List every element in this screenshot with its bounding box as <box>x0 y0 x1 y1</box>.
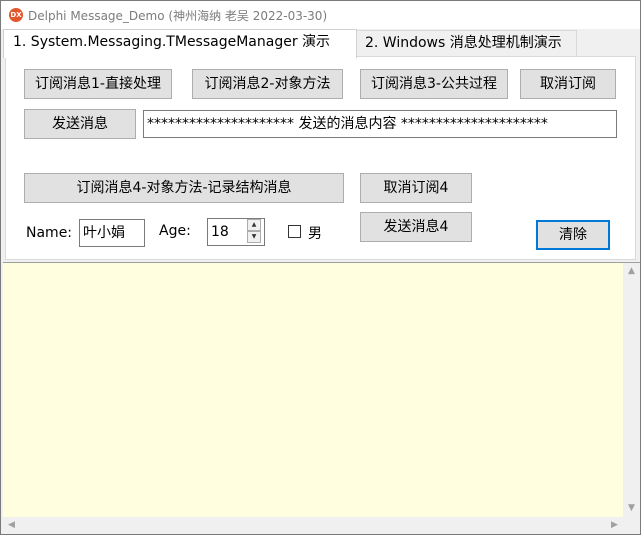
spin-down-arrow-icon[interactable]: ▼ <box>247 231 261 243</box>
title-bar[interactable]: DX Delphi Message_Demo (神州海纳 老吴 2022-03-… <box>1 1 640 29</box>
scrollbar-corner <box>623 517 640 534</box>
male-checkbox[interactable] <box>288 225 301 238</box>
scroll-left-arrow-icon[interactable]: ◀ <box>3 517 20 534</box>
age-value: 18 <box>211 224 229 240</box>
spin-up-arrow-icon[interactable]: ▲ <box>247 219 261 231</box>
tab-windows-messages[interactable]: 2. Windows 消息处理机制演示 <box>355 30 577 56</box>
delphi-app-icon: DX <box>9 8 23 22</box>
message-content-input[interactable]: ********************* 发送的消息内容 **********… <box>143 110 617 138</box>
scroll-down-arrow-icon[interactable]: ▼ <box>623 500 640 517</box>
tab-panel: 订阅消息1-直接处理 订阅消息2-对象方法 订阅消息3-公共过程 取消订阅 发送… <box>5 56 636 260</box>
male-checkbox-label: 男 <box>308 226 322 242</box>
age-label: Age: <box>159 223 191 239</box>
name-input[interactable]: 叶小娟 <box>79 219 145 247</box>
scroll-right-arrow-icon[interactable]: ▶ <box>606 517 623 534</box>
message-log-memo[interactable]: ▲ ▼ ◀ ▶ <box>3 262 640 534</box>
vertical-scrollbar[interactable]: ▲ ▼ <box>623 263 640 517</box>
clear-button[interactable]: 清除 <box>536 220 610 250</box>
subscribe-3-button[interactable]: 订阅消息3-公共过程 <box>360 69 508 99</box>
window-title: Delphi Message_Demo (神州海纳 老吴 2022-03-30) <box>28 9 328 23</box>
main-window: DX Delphi Message_Demo (神州海纳 老吴 2022-03-… <box>0 0 641 535</box>
unsubscribe-button[interactable]: 取消订阅 <box>520 69 616 99</box>
name-label: Name: <box>26 225 73 241</box>
scroll-up-arrow-icon[interactable]: ▲ <box>623 263 640 280</box>
subscribe-4-button[interactable]: 订阅消息4-对象方法-记录结构消息 <box>24 173 344 203</box>
subscribe-1-button[interactable]: 订阅消息1-直接处理 <box>24 69 172 99</box>
unsubscribe-4-button[interactable]: 取消订阅4 <box>360 173 472 203</box>
send-message-button[interactable]: 发送消息 <box>24 109 136 139</box>
tab-tmessagemanager[interactable]: 1. System.Messaging.TMessageManager 演示 <box>3 29 357 58</box>
send-message-4-button[interactable]: 发送消息4 <box>360 212 472 242</box>
subscribe-2-button[interactable]: 订阅消息2-对象方法 <box>192 69 343 99</box>
horizontal-scrollbar[interactable]: ◀ ▶ <box>3 517 623 534</box>
